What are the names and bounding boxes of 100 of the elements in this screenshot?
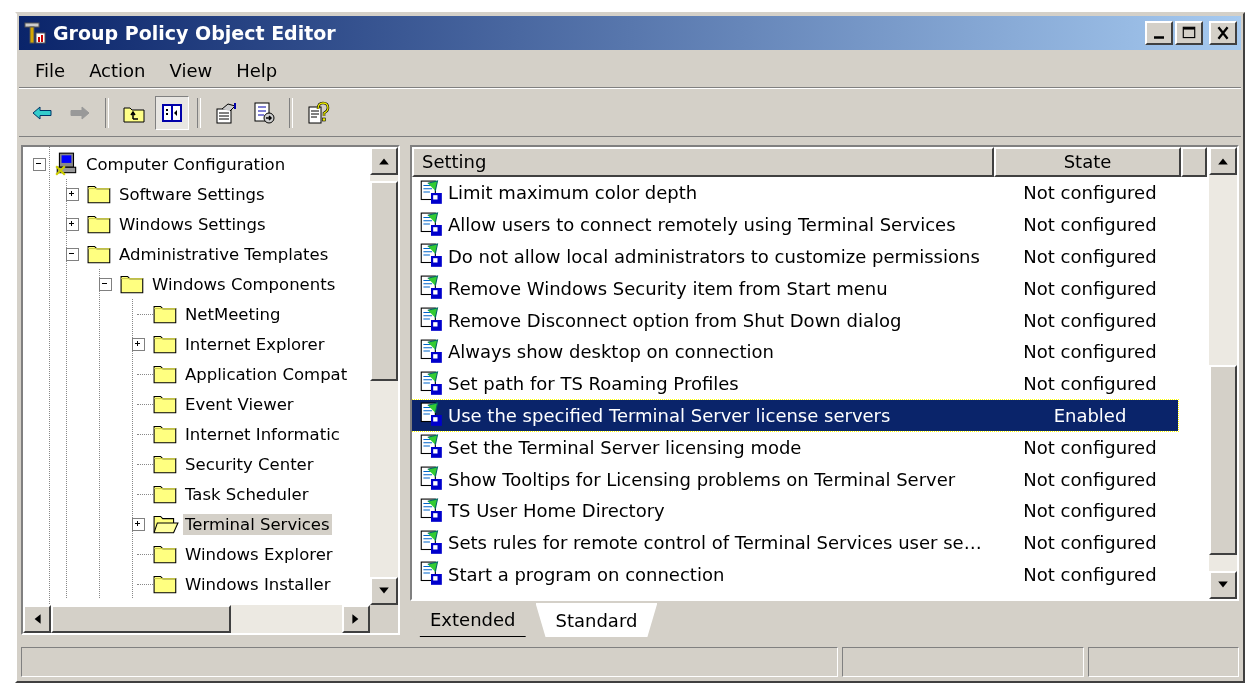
table-cell: Not configured — [1023, 500, 1157, 522]
table-cell: Not configured — [1023, 309, 1157, 331]
maximize-button[interactable] — [1175, 21, 1203, 45]
tree-item[interactable]: Internet Informatic — [183, 423, 342, 445]
collapse-box[interactable] — [66, 247, 79, 261]
column-header[interactable] — [1181, 147, 1207, 177]
table-cell: Start a program on connection — [448, 563, 725, 585]
table-cell: Always show desktop on connection — [448, 341, 774, 363]
menu-item[interactable]: Action — [79, 58, 156, 83]
table-cell: Sets rules for remote control of Terminal Services user se… — [448, 532, 982, 554]
scroll-thumb[interactable] — [370, 181, 398, 381]
policy-icon — [418, 434, 444, 461]
table-row[interactable]: Sets rules for remote control of Terminal Services user se… Not configured — [412, 526, 1178, 559]
table-row[interactable]: Remove Disconnect option from Shut Down dialog Not configured — [412, 304, 1178, 336]
policy-icon — [418, 179, 444, 206]
window-title: Group Policy Object Editor — [53, 22, 337, 44]
menu-item[interactable]: View — [159, 58, 223, 83]
policy-icon — [418, 211, 444, 238]
policy-icon — [418, 402, 444, 429]
table-cell: Not configured — [1023, 182, 1157, 204]
table-row[interactable]: Set the Terminal Server licensing mode Not configured — [412, 431, 1178, 464]
tree-item[interactable]: Administrative Templates — [117, 243, 331, 265]
table-cell: Remove Disconnect option from Shut Down dialog — [448, 309, 902, 331]
tree-item[interactable]: Windows Components — [150, 273, 338, 295]
tree-item[interactable]: Windows Settings — [117, 213, 268, 235]
properties-icon — [214, 100, 238, 126]
tree-item[interactable]: Software Settings — [117, 183, 267, 205]
table-cell: TS User Home Directory — [448, 500, 665, 522]
policy-icon — [418, 307, 444, 334]
scroll-up-button[interactable] — [370, 147, 398, 175]
table-row[interactable]: Always show desktop on connection Not configured — [412, 336, 1178, 368]
table-cell: Not configured — [1023, 532, 1157, 554]
scroll-right-button[interactable] — [342, 605, 370, 633]
policy-icon — [418, 370, 444, 397]
column-header[interactable]: State — [994, 147, 1181, 177]
help-icon — [306, 100, 330, 126]
table-row[interactable]: Show Tooltips for Licensing problems on Terminal Server Not configured — [412, 463, 1178, 495]
table-row[interactable]: Do not allow local administrators to customize permissions Not configured — [412, 240, 1178, 273]
scroll-down-button[interactable] — [1209, 571, 1237, 599]
right-arrow-icon — [352, 613, 360, 625]
table-row[interactable]: Start a program on connection Not configured — [412, 558, 1178, 591]
table-cell: Not configured — [1023, 277, 1157, 299]
table-row[interactable]: Use the specified Terminal Server license servers Enabled — [412, 399, 1178, 432]
table-row[interactable]: Set path for TS Roaming Profiles Not configured — [412, 367, 1178, 400]
scroll-thumb[interactable] — [51, 605, 231, 633]
scroll-down-button[interactable] — [370, 577, 398, 605]
close-button[interactable] — [1209, 21, 1237, 45]
table-row[interactable]: Remove Windows Security item from Start menu Not configured — [412, 272, 1178, 305]
table-cell: Not configured — [1023, 373, 1157, 395]
expand-box[interactable] — [132, 517, 145, 531]
close-icon — [1215, 26, 1231, 40]
scroll-left-button[interactable] — [23, 605, 51, 633]
tree-item[interactable]: Application Compat — [183, 363, 350, 385]
table-cell: Not configured — [1023, 246, 1157, 267]
hammer-icon — [23, 21, 47, 45]
up-arrow-icon — [378, 157, 390, 165]
tree-item[interactable]: NetMeeting — [183, 303, 283, 325]
tree-item[interactable]: Security Center — [183, 453, 316, 475]
scrollbar-corner — [370, 605, 398, 633]
tree-item[interactable]: Windows Explorer — [183, 543, 335, 565]
table-cell: Show Tooltips for Licensing problems on Terminal Server — [448, 468, 956, 490]
scroll-thumb[interactable] — [1209, 365, 1237, 555]
expand-box[interactable] — [66, 217, 79, 231]
table-row[interactable]: TS User Home Directory Not configured — [412, 494, 1178, 527]
table-cell: Not configured — [1023, 341, 1157, 363]
minimize-button[interactable] — [1145, 21, 1173, 45]
column-header[interactable]: Setting — [412, 147, 994, 177]
tree-item[interactable]: Task Scheduler — [183, 483, 311, 505]
policy-icon — [418, 338, 444, 365]
menu-item[interactable]: File — [25, 58, 76, 83]
menu-item[interactable]: Help — [226, 58, 288, 83]
table-cell: Not configured — [1023, 563, 1157, 585]
scroll-up-button[interactable] — [1209, 147, 1237, 175]
left-arrow-icon — [33, 613, 41, 625]
minimize-icon — [1154, 35, 1164, 39]
tree-item[interactable]: Internet Explorer — [183, 333, 327, 355]
collapse-box[interactable] — [33, 157, 46, 171]
table-cell: Do not allow local administrators to customize permissions — [448, 246, 980, 267]
tab[interactable]: Standard — [535, 603, 658, 637]
policy-icon — [418, 466, 444, 493]
table-row[interactable]: Limit maximum color depth Not configured — [412, 177, 1178, 209]
collapse-box[interactable] — [99, 277, 112, 291]
policy-icon — [418, 529, 444, 556]
table-cell: Not configured — [1023, 214, 1157, 236]
tree-item[interactable]: Event Viewer — [183, 393, 296, 415]
expand-box[interactable] — [66, 187, 79, 201]
table-cell: Set path for TS Roaming Profiles — [448, 373, 739, 395]
table-row[interactable]: Allow users to connect remotely using Terminal Services Not configured — [412, 208, 1178, 241]
policy-icon — [418, 561, 444, 588]
tree-item[interactable]: Terminal Services — [183, 513, 332, 535]
table-cell: Limit maximum color depth — [448, 182, 698, 204]
table-cell: Enabled — [1053, 404, 1127, 426]
table-cell: Remove Windows Security item from Start menu — [448, 277, 888, 299]
tree-item[interactable]: Computer Configuration — [84, 153, 288, 175]
policy-icon — [418, 497, 444, 524]
table-cell: Not configured — [1023, 468, 1157, 490]
tree-item[interactable]: Windows Installer — [183, 573, 333, 595]
expand-box[interactable] — [132, 337, 145, 351]
table-cell: Set the Terminal Server licensing mode — [448, 436, 802, 458]
toolbar-button[interactable] — [155, 96, 189, 130]
